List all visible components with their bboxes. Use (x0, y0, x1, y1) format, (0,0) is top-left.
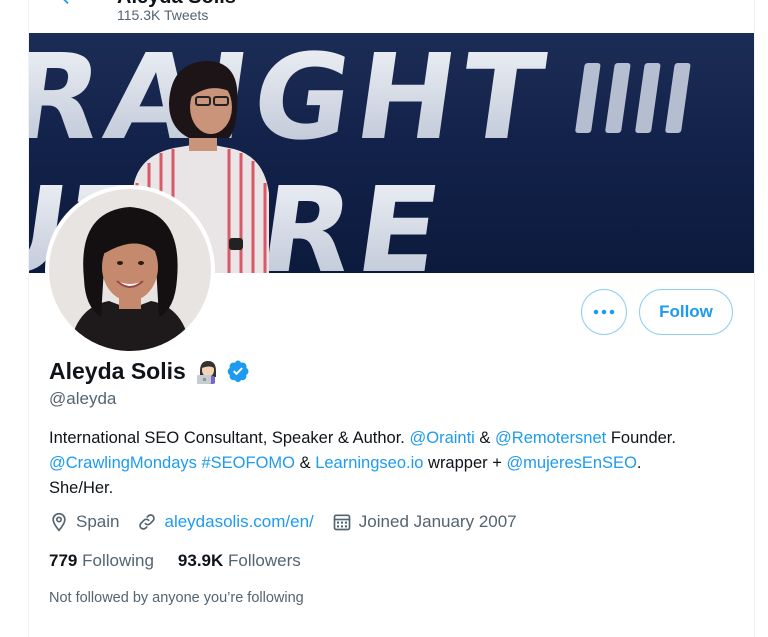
following-label: Following (82, 551, 154, 570)
bio-text: wrapper + (423, 454, 507, 472)
woman-technologist-emoji-icon (196, 361, 216, 384)
more-dots-icon (593, 309, 615, 315)
link-icon (139, 514, 156, 530)
hashtag-link-seofomo[interactable]: #SEOFOMO (201, 454, 295, 472)
mention-link-remotersnet[interactable]: @Remotersnet (495, 429, 606, 447)
mention-link-mujeresenseo[interactable]: @mujeresEnSEO (506, 454, 636, 472)
bio-text: International SEO Consultant, Speaker & … (49, 429, 410, 447)
arrow-left-icon[interactable] (57, 0, 79, 8)
following-link[interactable]: 779 Following (49, 551, 154, 571)
bio-text: & (474, 429, 496, 447)
more-options-button[interactable] (581, 289, 627, 335)
following-count: 779 (49, 551, 78, 570)
tweet-count: 115.3K Tweets (117, 7, 209, 23)
top-bar: Aleyda Solis 115.3K Tweets (29, 0, 754, 32)
bio-line-1: International SEO Consultant, Speaker & … (49, 426, 739, 451)
followers-link[interactable]: 93.9K Followers (178, 551, 301, 571)
avatar[interactable] (45, 185, 215, 355)
profile-column: Aleyda Solis 115.3K Tweets RAIGHT UTURE (28, 0, 755, 637)
followers-count: 93.9K (177, 551, 224, 570)
bio-line-2: @CrawlingMondays #SEOFOMO & Learningseo.… (49, 451, 739, 476)
bio-line-3: She/Her. (49, 479, 114, 497)
mention-link-orainti[interactable]: @Orainti (409, 429, 474, 447)
bio-text: & (295, 454, 316, 472)
calendar-icon (333, 514, 351, 531)
website-item: aleydasolis.com/en/ (137, 512, 314, 532)
display-name: Aleyda Solis (49, 357, 186, 384)
joined-text: Joined January 2007 (358, 512, 517, 531)
bio-text: . (636, 454, 642, 472)
bio-text: Founder. (606, 429, 676, 447)
follow-button[interactable]: Follow (639, 289, 733, 335)
handle: @aleyda (49, 389, 117, 408)
url-link-learningseo[interactable]: Learningseo.io (315, 454, 423, 472)
location-item: Spain (49, 512, 119, 532)
profile-meta: Spain aleydasolis.com/en/ Joined January… (49, 512, 535, 532)
mention-link-crawlingmondays[interactable]: @CrawlingMondays (49, 454, 197, 472)
followers-label: Followers (228, 551, 301, 570)
verified-badge-icon[interactable] (226, 359, 250, 383)
location-pin-icon (52, 512, 66, 532)
joined-item: Joined January 2007 (332, 512, 517, 532)
mutuals-note: Not followed by anyone you’re following (49, 590, 304, 606)
avatar-photo (49, 189, 211, 351)
follow-stats: 779 Following 93.9K Followers (49, 551, 325, 571)
location-text: Spain (76, 512, 120, 531)
banner-text-top: RAIGHT (29, 33, 558, 166)
bio: International SEO Consultant, Speaker & … (49, 426, 739, 501)
website-link[interactable]: aleydasolis.com/en/ (164, 512, 313, 532)
name-row: Aleyda Solis (49, 357, 250, 385)
